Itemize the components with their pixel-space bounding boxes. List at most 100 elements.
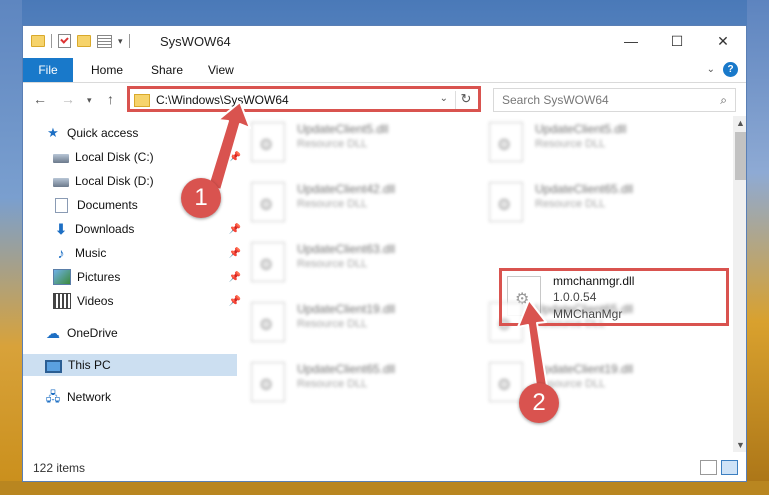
tab-home[interactable]: Home bbox=[81, 58, 133, 82]
wallpaper-left bbox=[0, 0, 22, 495]
nav-item-label: Videos bbox=[77, 294, 114, 308]
minimize-button[interactable]: — bbox=[608, 26, 654, 56]
nav-item-quick-access[interactable]: ★ Quick access bbox=[23, 122, 237, 144]
window-title: SysWOW64 bbox=[160, 34, 231, 49]
file-description: Resource DLL bbox=[297, 258, 368, 270]
nav-item-label: This PC bbox=[68, 358, 111, 372]
step-1-badge: 1 bbox=[181, 178, 221, 218]
search-icon[interactable]: ⌕ bbox=[720, 93, 727, 108]
step-2-badge: 2 bbox=[519, 383, 559, 423]
dll-file-icon bbox=[489, 122, 523, 162]
nav-item-label: Local Disk (D:) bbox=[75, 174, 154, 188]
nav-item-videos[interactable]: Videos 📌 bbox=[23, 290, 245, 312]
file-description: Resource DLL bbox=[297, 138, 368, 150]
up-arrow-icon[interactable]: ↑ bbox=[107, 91, 114, 107]
file-item[interactable]: UpdateClient42.dll Resource DLL bbox=[245, 178, 465, 230]
nav-item-label: Quick access bbox=[67, 126, 139, 140]
file-description: Resource DLL bbox=[297, 378, 368, 390]
scroll-thumb[interactable] bbox=[735, 132, 746, 180]
network-icon: 🖧 bbox=[45, 389, 61, 404]
wallpaper-right bbox=[747, 0, 769, 495]
file-highlight-box bbox=[499, 268, 729, 326]
nav-item-this-pc[interactable]: This PC bbox=[23, 354, 237, 376]
item-count: 122 items bbox=[33, 461, 86, 475]
drive-icon bbox=[53, 178, 69, 187]
wallpaper-bottom bbox=[0, 481, 769, 495]
file-name: UpdateClient19.dll bbox=[297, 302, 396, 316]
details-view-icon[interactable] bbox=[700, 460, 717, 475]
file-item[interactable]: UpdateClient65.dll Resource DLL bbox=[483, 178, 703, 230]
nav-item-label: Documents bbox=[77, 198, 138, 212]
ribbon-right: ⌄ ? bbox=[707, 62, 738, 77]
help-icon[interactable]: ? bbox=[723, 62, 738, 77]
customize-toolbar-chevron-icon[interactable]: ▾ bbox=[118, 36, 123, 47]
folder-icon bbox=[31, 35, 45, 47]
tab-file[interactable]: File bbox=[23, 58, 73, 82]
file-name: UpdateClient5.dll bbox=[535, 122, 627, 136]
cloud-icon: ☁ bbox=[46, 325, 60, 341]
file-name: UpdateClient65.dll bbox=[297, 362, 396, 376]
recent-locations-chevron-icon[interactable]: ▾ bbox=[87, 95, 92, 106]
file-name: UpdateClient42.dll bbox=[297, 182, 396, 196]
nav-item-music[interactable]: ♪ Music 📌 bbox=[23, 242, 245, 264]
tiles-view-icon[interactable] bbox=[721, 460, 738, 475]
file-description: Resource DLL bbox=[297, 198, 368, 210]
file-item[interactable]: UpdateClient65.dll Resource DLL bbox=[245, 358, 465, 410]
navigation-pane: ★ Quick access Local Disk (C:) 📌 Local D… bbox=[23, 122, 241, 452]
title-bar: ▾ SysWOW64 — ☐ ✕ bbox=[23, 26, 746, 58]
scroll-down-arrow-icon[interactable]: ▼ bbox=[736, 440, 745, 450]
ribbon-tabs: File Home Share View ⌄ ? bbox=[23, 58, 746, 83]
pictures-icon bbox=[53, 269, 71, 285]
nav-item-label: Local Disk (C:) bbox=[75, 150, 154, 164]
nav-item-label: Music bbox=[75, 246, 107, 260]
videos-icon bbox=[53, 293, 71, 309]
file-item[interactable]: UpdateClient63.dll Resource DLL bbox=[245, 238, 465, 290]
window-controls: — ☐ ✕ bbox=[608, 26, 746, 56]
dll-file-icon bbox=[251, 302, 285, 342]
explorer-window: ▾ SysWOW64 — ☐ ✕ File Home Share View ⌄ … bbox=[22, 25, 747, 482]
document-icon bbox=[55, 197, 68, 213]
dll-file-icon bbox=[489, 182, 523, 222]
new-folder-icon[interactable] bbox=[77, 35, 91, 47]
file-name: UpdateClient65.dll bbox=[535, 182, 634, 196]
toolbar-divider bbox=[128, 34, 130, 48]
file-name: UpdateClient5.dll bbox=[297, 122, 389, 136]
quick-access-toolbar: ▾ bbox=[31, 34, 130, 48]
close-button[interactable]: ✕ bbox=[700, 26, 746, 56]
search-box[interactable]: Search SysWOW64 ⌕ bbox=[493, 88, 736, 112]
nav-item-downloads[interactable]: ⬇ Downloads 📌 bbox=[23, 218, 245, 240]
tab-share[interactable]: Share bbox=[141, 58, 193, 82]
scroll-up-arrow-icon[interactable]: ▲ bbox=[736, 118, 745, 128]
file-item[interactable]: UpdateClient19.dll Resource DLL bbox=[483, 358, 703, 410]
computer-icon bbox=[45, 359, 62, 373]
file-description: Resource DLL bbox=[535, 198, 606, 210]
nav-item-network[interactable]: 🖧 Network bbox=[23, 386, 237, 408]
nav-item-local-disk-c[interactable]: Local Disk (C:) 📌 bbox=[23, 146, 245, 168]
properties-list-icon[interactable] bbox=[97, 34, 112, 48]
star-icon: ★ bbox=[47, 125, 59, 140]
dll-file-icon bbox=[251, 362, 285, 402]
file-name: UpdateClient63.dll bbox=[297, 242, 396, 256]
nav-item-onedrive[interactable]: ☁ OneDrive bbox=[23, 322, 237, 344]
search-placeholder: Search SysWOW64 bbox=[502, 93, 609, 107]
file-description: Resource DLL bbox=[297, 318, 368, 330]
file-item[interactable]: UpdateClient5.dll Resource DLL bbox=[245, 118, 465, 170]
expand-ribbon-chevron-icon[interactable]: ⌄ bbox=[707, 64, 715, 75]
maximize-button[interactable]: ☐ bbox=[654, 26, 700, 56]
file-item[interactable]: UpdateClient5.dll Resource DLL bbox=[483, 118, 703, 170]
back-arrow-icon[interactable]: ← bbox=[33, 91, 47, 107]
dll-file-icon bbox=[489, 362, 523, 402]
dll-file-icon bbox=[251, 182, 285, 222]
forward-arrow-icon[interactable]: → bbox=[61, 91, 75, 107]
nav-item-label: OneDrive bbox=[67, 326, 118, 340]
vertical-scrollbar[interactable]: ▲ ▼ bbox=[733, 116, 746, 452]
file-item[interactable]: UpdateClient19.dll Resource DLL bbox=[245, 298, 465, 350]
tab-view[interactable]: View bbox=[198, 58, 244, 82]
properties-check-icon[interactable] bbox=[58, 34, 71, 48]
dll-file-icon bbox=[251, 122, 285, 162]
toolbar-divider bbox=[51, 34, 52, 48]
nav-item-pictures[interactable]: Pictures 📌 bbox=[23, 266, 245, 288]
drive-icon bbox=[53, 154, 69, 163]
nav-item-label: Pictures bbox=[77, 270, 121, 284]
nav-item-label: Downloads bbox=[75, 222, 135, 236]
